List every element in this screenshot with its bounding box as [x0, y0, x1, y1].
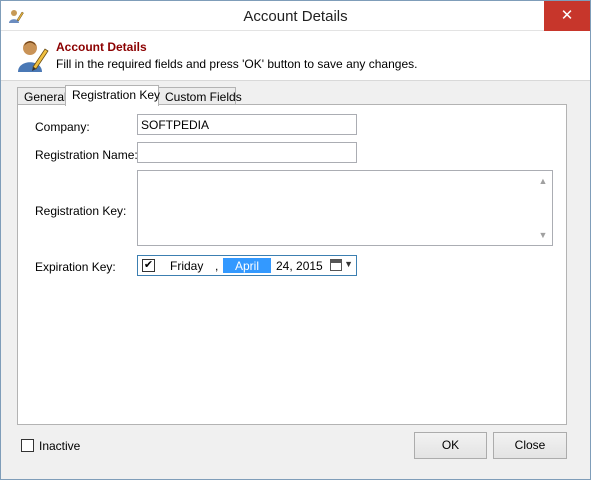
ok-button[interactable]: OK: [414, 432, 487, 459]
title-bar: Account Details ✕: [1, 1, 590, 31]
date-separator: ,: [215, 259, 219, 273]
registration-name-field[interactable]: [137, 142, 357, 163]
registration-key-panel: Company: SOFTPEDIA Registration Name: Re…: [17, 104, 567, 425]
inactive-checkbox[interactable]: [21, 439, 34, 452]
registration-key-label: Registration Key:: [35, 204, 127, 218]
scroll-down-icon[interactable]: ▼: [536, 228, 550, 242]
window-close-button[interactable]: ✕: [544, 1, 590, 31]
tab-custom-fields[interactable]: Custom Fields: [158, 87, 242, 105]
header-title: Account Details: [56, 40, 147, 54]
company-field[interactable]: SOFTPEDIA: [137, 114, 357, 135]
date-weekday: Friday: [170, 259, 204, 273]
company-label: Company:: [35, 120, 90, 134]
inactive-label: Inactive: [39, 439, 81, 453]
user-pencil-icon: [18, 41, 49, 72]
expiration-key-label: Expiration Key:: [35, 260, 116, 274]
expiration-date-picker[interactable]: ✔ Friday , April 24, 2015 ▼: [137, 255, 357, 276]
calendar-icon[interactable]: [330, 259, 342, 271]
chevron-down-icon[interactable]: ▼: [344, 259, 353, 269]
registration-name-label: Registration Name:: [35, 148, 138, 162]
tab-general[interactable]: General: [17, 87, 67, 105]
close-button[interactable]: Close: [493, 432, 567, 459]
header-subtitle: Fill in the required fields and press 'O…: [56, 57, 418, 71]
header-banner: Account Details Fill in the required fie…: [1, 31, 590, 81]
scroll-up-icon[interactable]: ▲: [536, 174, 550, 188]
account-details-window: Account Details ✕ Account Details Fill i…: [0, 0, 591, 480]
date-day-year: 24, 2015: [276, 259, 323, 273]
registration-key-field[interactable]: ▲ ▼: [137, 170, 553, 246]
tab-registration-key[interactable]: Registration Key: [65, 85, 160, 106]
window-title: Account Details: [243, 8, 348, 25]
date-month-selected[interactable]: April: [223, 258, 271, 273]
expiration-enabled-checkbox[interactable]: ✔: [142, 259, 155, 272]
